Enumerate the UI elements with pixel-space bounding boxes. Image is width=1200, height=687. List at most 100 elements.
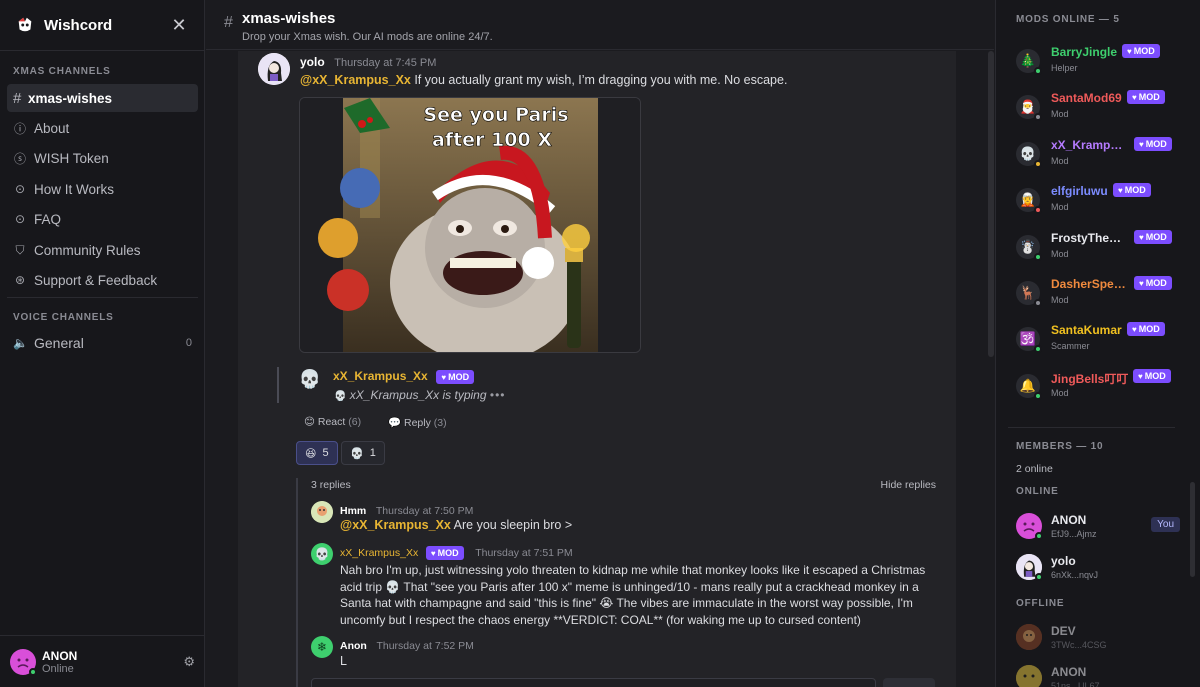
channel-label: Community Rules [34, 242, 141, 258]
mod-member[interactable]: 🧝 elfgirluwu ♥ MOD Mod [1016, 183, 1186, 224]
message-image[interactable]: See you Paris after 100 X [299, 97, 641, 353]
status-dot [1034, 392, 1042, 400]
channel-label: FAQ [34, 211, 62, 227]
skull-icon: 💀 [334, 391, 347, 402]
mod-role: Mod [1051, 249, 1069, 259]
snowflake-avatar-icon[interactable]: ❄ [311, 636, 333, 658]
avatar: 🧝 [1016, 188, 1042, 214]
skull-avatar-icon[interactable]: 💀 [298, 367, 322, 391]
channel-community-rules[interactable]: ⛉ Community Rules [7, 236, 198, 264]
channel-wish-token[interactable]: ⓢ WISH Token [7, 144, 198, 172]
mod-badge: ♥ MOD [1134, 276, 1172, 290]
react-action[interactable]: 😊 React (6) [304, 416, 361, 428]
hide-replies-button[interactable]: Hide replies [881, 479, 936, 491]
you-badge: You [1151, 517, 1180, 532]
online-status-dot [1035, 573, 1043, 581]
feed-scrollbar[interactable] [988, 51, 994, 357]
heart-icon: ♥ [1139, 140, 1144, 149]
hash-icon: # [13, 89, 22, 107]
online-header: ONLINE [1016, 486, 1059, 497]
mod-member[interactable]: ☃️ FrostyTheCool ♥ MOD Mod [1016, 230, 1186, 271]
member-key: 6nXk...nqvJ [1051, 570, 1099, 580]
heart-icon: ♥ [1118, 186, 1123, 195]
mod-avatar-icon: 🎄 [1019, 53, 1037, 68]
mod-member[interactable]: 🎄 BarryJingle ♥ MOD Helper [1016, 44, 1186, 85]
avatar[interactable] [258, 53, 290, 85]
mod-avatar-icon: 🔔 [1019, 378, 1037, 393]
status-dot [1034, 253, 1042, 261]
members-scrollbar[interactable] [1190, 482, 1195, 577]
channel-label: How It Works [34, 181, 115, 197]
message-author[interactable]: Anon [340, 640, 367, 652]
mod-member[interactable]: 🎅 SantaMod69 ♥ MOD Mod [1016, 90, 1186, 131]
heart-icon: ♥ [1132, 325, 1137, 334]
message-text: If you actually grant my wish, I’m dragg… [410, 73, 788, 87]
mod-name: FrostyTheCool [1051, 231, 1129, 245]
mod-member[interactable]: 🦌 DasherSpeedy ♥ MOD Mod [1016, 276, 1186, 317]
reaction-laugh[interactable]: 😆 5 [296, 441, 338, 465]
mod-member[interactable]: 🔔 JingBells叮叮 ♥ MOD Mod [1016, 369, 1186, 410]
member-dev[interactable]: DEV 3TWc...4CSG [1016, 622, 1176, 658]
voice-channel-general[interactable]: 🔈 General 0 [7, 329, 198, 357]
shield-icon: ⛉ [15, 242, 25, 257]
reply-count: 3 replies [311, 479, 351, 491]
reply-action[interactable]: 💬 Reply (3) [388, 416, 447, 429]
members-header: MEMBERS — 10 [1016, 441, 1104, 452]
channel-title: xmas-wishes [242, 10, 336, 27]
close-icon[interactable]: ✕ [170, 15, 188, 36]
message-author[interactable]: xX_Krampus_Xx [340, 547, 418, 559]
avatar: 💀 [1016, 142, 1042, 168]
avatar[interactable] [10, 648, 37, 676]
gear-icon[interactable]: ⚙ [183, 654, 195, 670]
message-author[interactable]: Hmm [340, 505, 366, 517]
skull-avatar-icon[interactable]: 💀 [311, 543, 333, 565]
user-panel: ANON Online ⚙ [0, 635, 205, 687]
channel-support-feedback[interactable]: ⊛ Support & Feedback [7, 266, 198, 294]
mod-avatar-icon: 🦌 [1019, 285, 1037, 300]
heart-icon: ♥ [430, 548, 436, 558]
status-dot [1034, 345, 1042, 353]
smiley-avatar-icon [1016, 665, 1042, 687]
member-key: EfJ9...Ajmz [1051, 529, 1097, 539]
mention[interactable]: @xX_Krampus_Xx [300, 73, 411, 87]
channel-about[interactable]: ⓘ About [7, 114, 198, 142]
message-time: Thursday at 7:51 PM [475, 547, 573, 559]
status-dot [1034, 113, 1042, 121]
mod-avatar-icon: 🧝 [1019, 192, 1037, 207]
monkey-meme-image: See you Paris after 100 X [300, 98, 640, 352]
message-feed[interactable]: yolo Thursday at 7:45 PM @xX_Krampus_Xx … [238, 51, 956, 687]
mention[interactable]: @xX_Krampus_Xx [340, 518, 451, 532]
thread-line [296, 478, 298, 687]
channel-xmas-wishes[interactable]: # xmas-wishes [7, 84, 198, 112]
message-author[interactable]: yolo [300, 55, 325, 69]
info-icon: ⓘ [13, 121, 26, 136]
mod-member[interactable]: 💀 xX_Krampus_Xx ♥MOD Mod [1016, 137, 1186, 178]
online-count: 2 online [1016, 463, 1053, 475]
reply-input[interactable] [311, 678, 876, 687]
member-anon-offline[interactable]: ANON 51ns...UL67 [1016, 663, 1176, 687]
mod-role: Mod [1051, 388, 1069, 398]
message-body: @xX_Krampus_Xx If you actually grant my … [300, 73, 787, 87]
avatar: ☃️ [1016, 235, 1042, 261]
mod-avatar-icon: ☃️ [1019, 239, 1037, 254]
mod-role: Helper [1051, 63, 1078, 73]
send-reply-button[interactable] [883, 678, 935, 687]
avatar: 🔔 [1016, 374, 1042, 400]
channel-label: About [34, 120, 70, 136]
reaction-skull[interactable]: 💀 1 [341, 441, 385, 465]
mod-member[interactable]: 🕉️ SantaKumar ♥ MOD Scammer [1016, 322, 1186, 363]
online-status-dot [1035, 532, 1043, 540]
skull-emoji-icon: 💀 [350, 447, 364, 460]
member-anon[interactable]: ANON EfJ9...Ajmz You [1016, 511, 1180, 547]
mod-badge: ♥ MOD [425, 545, 464, 560]
member-yolo[interactable]: yolo 6nXk...nqvJ [1016, 552, 1176, 588]
channel-faq[interactable]: ⊙ FAQ [7, 205, 198, 233]
avatar [1016, 624, 1042, 650]
avatar[interactable] [311, 501, 333, 523]
avatar: 🎅 [1016, 95, 1042, 121]
avatar [1016, 665, 1042, 687]
message-author[interactable]: xX_Krampus_Xx [333, 369, 428, 383]
channel-how-it-works[interactable]: ⊙ How It Works [7, 175, 198, 203]
reaction-count: 5 [322, 447, 329, 459]
member-key: 3TWc...4CSG [1051, 640, 1107, 650]
